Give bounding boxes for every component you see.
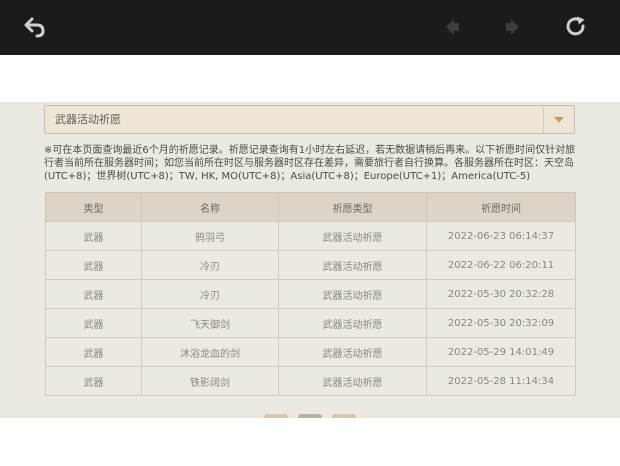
- cell-time: 2022-06-23 06:14:37: [426, 221, 576, 251]
- cell-time: 2022-05-29 14:01:49: [426, 337, 576, 367]
- cell-time: 2022-05-30 20:32:28: [426, 279, 576, 309]
- next-icon: [506, 19, 519, 35]
- table-row: 武器 鸦羽弓 武器活动祈愿 2022-06-23 06:14:37: [45, 221, 576, 251]
- cell-type: 武器: [45, 308, 142, 338]
- cell-time: 2022-05-30 20:32:09: [426, 308, 576, 338]
- cell-type: 武器: [45, 250, 142, 280]
- cell-name: 飞天御剑: [141, 308, 279, 338]
- next-button[interactable]: [498, 12, 528, 42]
- prev-button[interactable]: [437, 12, 467, 42]
- cell-wish-type: 武器活动祈愿: [278, 279, 427, 309]
- chevron-down-icon: [554, 116, 564, 122]
- wish-history-table: 类型 名称 祈愿类型 祈愿时间 武器 鸦羽弓 武器活动祈愿 2022-06-23…: [45, 192, 576, 396]
- cell-name: 冷刃: [141, 279, 279, 309]
- cell-type: 武器: [45, 279, 142, 309]
- table-row: 武器 冷刃 武器活动祈愿 2022-05-30 20:32:28: [45, 279, 576, 309]
- page-header-area: [0, 55, 620, 102]
- header-cell: 名称: [141, 192, 279, 222]
- cell-time: 2022-05-28 11:14:34: [426, 366, 576, 396]
- table-row: 武器 冷刃 武器活动祈愿 2022-06-22 06:20:11: [45, 250, 576, 280]
- reload-button[interactable]: [561, 12, 591, 42]
- cell-wish-type: 武器活动祈愿: [278, 308, 427, 338]
- cell-type: 武器: [45, 337, 142, 367]
- dropdown-toggle[interactable]: [543, 106, 574, 133]
- banner-select[interactable]: 武器活动祈愿: [44, 105, 575, 134]
- cell-type: 武器: [45, 221, 142, 251]
- cell-wish-type: 武器活动祈愿: [278, 250, 427, 280]
- table-row: 武器 飞天御剑 武器活动祈愿 2022-05-30 20:32:09: [45, 308, 576, 338]
- cell-wish-type: 武器活动祈愿: [278, 221, 427, 251]
- browser-toolbar: [0, 0, 620, 55]
- header-cell: 祈愿时间: [426, 192, 576, 222]
- table-row: 武器 沐浴龙血的剑 武器活动祈愿 2022-05-29 14:01:49: [45, 337, 576, 367]
- cell-name: 冷刃: [141, 250, 279, 280]
- cell-name: 铁影阔剑: [141, 366, 279, 396]
- cell-name: 沐浴龙血的剑: [141, 337, 279, 367]
- cell-name: 鸦羽弓: [141, 221, 279, 251]
- back-arrow-icon: [24, 17, 45, 38]
- wish-history-panel: 武器活动祈愿 ※可在本页面查询最近6个月的祈愿记录。祈愿记录查询有1小时左右延迟…: [0, 102, 620, 418]
- prev-icon: [446, 19, 459, 35]
- cell-type: 武器: [45, 366, 142, 396]
- table-row: 武器 铁影阔剑 武器活动祈愿 2022-05-28 11:14:34: [45, 366, 576, 396]
- cell-time: 2022-06-22 06:20:11: [426, 250, 576, 280]
- cell-wish-type: 武器活动祈愿: [278, 337, 427, 367]
- cell-wish-type: 武器活动祈愿: [278, 366, 427, 396]
- table-header-row: 类型 名称 祈愿类型 祈愿时间: [45, 192, 576, 222]
- header-cell: 祈愿类型: [278, 192, 427, 222]
- header-cell: 类型: [45, 192, 142, 222]
- notice-text: ※可在本页面查询最近6个月的祈愿记录。祈愿记录查询有1小时左右延迟，若无数据请稍…: [44, 145, 576, 182]
- banner-select-value: 武器活动祈愿: [55, 113, 121, 126]
- back-button[interactable]: [20, 12, 50, 42]
- page-footer-area: [0, 418, 620, 466]
- reload-icon: [566, 16, 585, 36]
